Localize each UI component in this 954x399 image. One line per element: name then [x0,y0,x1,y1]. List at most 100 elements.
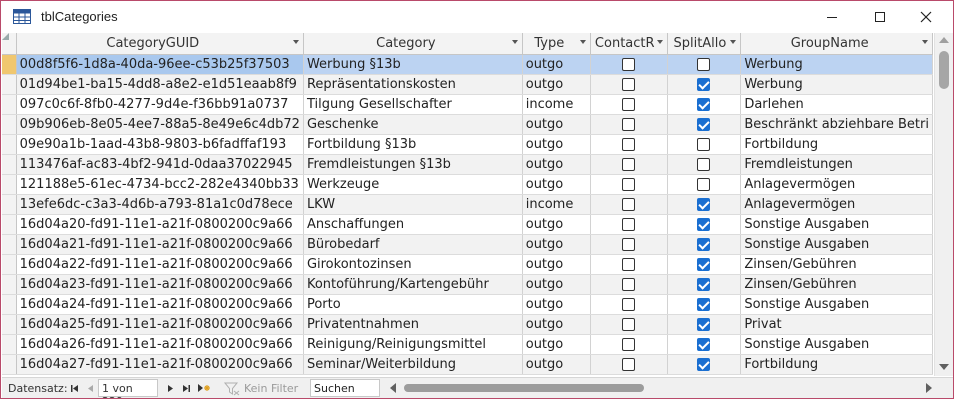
contact-checkbox[interactable] [622,57,636,71]
dropdown-arrow-icon[interactable] [656,40,663,44]
record-selector[interactable] [2,174,17,195]
search-input[interactable]: Suchen [310,379,380,397]
split-checkbox[interactable] [697,97,711,111]
cell-categoryguid[interactable]: 16d04a20-fd91-11e1-a21f-0800200c9a66 [16,214,304,235]
table-row[interactable]: 16d04a24-fd91-11e1-a21f-0800200c9a66 Port… [2,294,933,315]
split-checkbox[interactable] [697,157,711,171]
cell-contactr[interactable] [590,94,668,115]
cell-categoryguid[interactable]: 16d04a21-fd91-11e1-a21f-0800200c9a66 [16,234,304,255]
cell-category[interactable]: Reinigung/Reinigungsmittel [303,334,523,355]
table-row[interactable]: 16d04a21-fd91-11e1-a21f-0800200c9a66 Büro… [2,234,933,255]
split-checkbox[interactable] [697,137,711,151]
cell-splitallo[interactable] [667,274,742,295]
close-button[interactable] [903,1,949,33]
split-checkbox[interactable] [697,277,711,291]
column-header-category[interactable]: Category [303,33,523,55]
last-record-button[interactable] [180,381,193,395]
cell-category[interactable]: Girokontozinsen [303,254,523,275]
first-record-button[interactable] [68,381,81,395]
dropdown-arrow-icon[interactable] [292,40,299,44]
cell-contactr[interactable] [590,314,668,335]
cell-type[interactable]: outgo [522,134,591,155]
contact-checkbox[interactable] [622,317,636,331]
cell-type[interactable]: outgo [522,174,591,195]
contact-checkbox[interactable] [622,97,636,111]
horizontal-scroll-thumb[interactable] [404,384,644,392]
record-selector[interactable] [2,114,17,135]
cell-contactr[interactable] [590,54,668,75]
cell-splitallo[interactable] [667,254,742,275]
cell-categoryguid[interactable]: 097c0c6f-8fb0-4277-9d4e-f36bb91a0737 [16,94,304,115]
cell-type[interactable]: outgo [522,154,591,175]
table-row[interactable]: 16d04a22-fd91-11e1-a21f-0800200c9a66 Giro… [2,254,933,275]
dropdown-arrow-icon[interactable] [579,40,586,44]
vertical-scrollbar[interactable] [934,33,953,376]
table-row[interactable]: 09e90a1b-1aad-43b8-9803-b6fadffaf193 Fort… [2,134,933,155]
contact-checkbox[interactable] [622,337,636,351]
record-selector[interactable] [2,294,17,315]
contact-checkbox[interactable] [622,197,636,211]
cell-type[interactable]: income [522,94,591,115]
next-record-button[interactable] [164,381,177,395]
split-checkbox[interactable] [697,57,711,71]
contact-checkbox[interactable] [622,177,636,191]
cell-contactr[interactable] [590,294,668,315]
cell-categoryguid[interactable]: 01d94be1-ba15-4dd8-a8e2-e1d51eaab8f9 [16,74,304,95]
cell-categoryguid[interactable]: 13efe6dc-c3a3-4d6b-a793-81a1c0d78ece [16,194,304,215]
record-selector[interactable] [2,74,17,95]
cell-splitallo[interactable] [667,214,742,235]
cell-groupname[interactable]: Beschränkt abziehbare Betri [740,114,933,135]
column-header-contactr[interactable]: ContactR [590,33,668,55]
cell-type[interactable]: outgo [522,354,591,375]
cell-categoryguid[interactable]: 09b906eb-8e05-4ee7-88a5-8e49e6c4db72 [16,114,304,135]
record-selector[interactable] [2,354,17,375]
split-checkbox[interactable] [697,117,711,131]
cell-category[interactable]: Repräsentationskosten [303,74,523,95]
cell-categoryguid[interactable]: 113476af-ac83-4bf2-941d-0daa37022945 [16,154,304,175]
cell-groupname[interactable]: Fremdleistungen [740,154,933,175]
table-row[interactable]: 16d04a27-fd91-11e1-a21f-0800200c9a66 Semi… [2,354,933,375]
cell-category[interactable]: Seminar/Weiterbildung [303,354,523,375]
cell-groupname[interactable]: Sonstige Ausgaben [740,234,933,255]
table-row[interactable]: 16d04a23-fd91-11e1-a21f-0800200c9a66 Kont… [2,274,933,295]
record-selector[interactable] [2,134,17,155]
contact-checkbox[interactable] [622,257,636,271]
table-row[interactable]: 097c0c6f-8fb0-4277-9d4e-f36bb91a0737 Tilg… [2,94,933,115]
cell-category[interactable]: Tilgung Gesellschafter [303,94,523,115]
cell-groupname[interactable]: Zinsen/Gebühren [740,274,933,295]
column-header-groupname[interactable]: GroupName [740,33,933,55]
record-selector[interactable] [2,54,17,75]
column-header-categoryguid[interactable]: CategoryGUID [16,33,304,55]
cell-category[interactable]: Bürobedarf [303,234,523,255]
cell-contactr[interactable] [590,174,668,195]
split-checkbox[interactable] [697,317,711,331]
record-selector[interactable] [2,254,17,275]
cell-contactr[interactable] [590,194,668,215]
record-selector[interactable] [2,94,17,115]
cell-splitallo[interactable] [667,354,742,375]
contact-checkbox[interactable] [622,357,636,371]
table-row[interactable]: 121188e5-61ec-4734-bcc2-282e4340bb33 Werk… [2,174,933,195]
cell-type[interactable]: outgo [522,234,591,255]
cell-category[interactable]: Werbung §13b [303,54,523,75]
cell-groupname[interactable]: Sonstige Ausgaben [740,294,933,315]
cell-contactr[interactable] [590,114,668,135]
cell-categoryguid[interactable]: 16d04a27-fd91-11e1-a21f-0800200c9a66 [16,354,304,375]
contact-checkbox[interactable] [622,237,636,251]
scroll-up-icon[interactable] [939,37,949,43]
split-checkbox[interactable] [697,297,711,311]
cell-splitallo[interactable] [667,54,742,75]
cell-type[interactable]: outgo [522,114,591,135]
cell-categoryguid[interactable]: 16d04a25-fd91-11e1-a21f-0800200c9a66 [16,314,304,335]
contact-checkbox[interactable] [622,77,636,91]
cell-categoryguid[interactable]: 00d8f5f6-1d8a-40da-96ee-c53b25f37503 [16,54,304,75]
cell-splitallo[interactable] [667,114,742,135]
cell-splitallo[interactable] [667,294,742,315]
cell-groupname[interactable]: Anlagevermögen [740,194,933,215]
cell-type[interactable]: outgo [522,314,591,335]
cell-contactr[interactable] [590,214,668,235]
select-all-corner[interactable] [2,33,17,55]
split-checkbox[interactable] [697,77,711,91]
record-selector[interactable] [2,334,17,355]
cell-type[interactable]: outgo [522,214,591,235]
